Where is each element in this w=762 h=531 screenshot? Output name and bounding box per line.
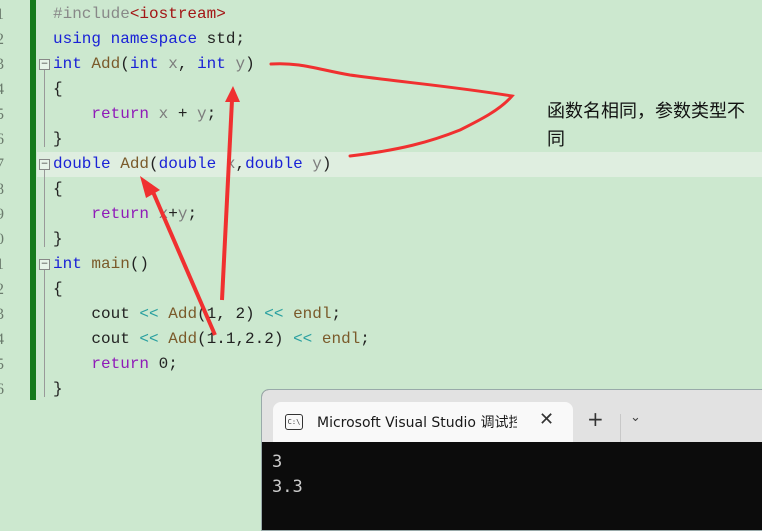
arrow-to-double-add xyxy=(148,184,217,336)
terminal-tabbar: C:\ Microsoft Visual Studio 调试控制台 ✕ + ⌄ xyxy=(262,390,762,442)
tabbar-separator xyxy=(620,414,621,442)
arrow-to-int-add xyxy=(220,99,234,301)
new-tab-button[interactable]: + xyxy=(587,407,604,431)
output-line: 3 xyxy=(272,452,283,472)
console-icon: C:\ xyxy=(285,414,303,430)
chevron-down-icon[interactable]: ⌄ xyxy=(630,410,641,425)
terminal-tab[interactable]: C:\ Microsoft Visual Studio 调试控制台 ✕ xyxy=(273,402,573,442)
annotation-bracket-stroke xyxy=(269,62,515,158)
tab-title: Microsoft Visual Studio 调试控制台 xyxy=(317,415,517,431)
terminal-output: 3 3.3 xyxy=(262,442,762,508)
terminal-window[interactable]: C:\ Microsoft Visual Studio 调试控制台 ✕ + ⌄ … xyxy=(261,389,762,531)
arrow-head-double-add xyxy=(140,176,160,198)
output-line: 3.3 xyxy=(272,477,303,497)
arrow-head-int-add xyxy=(225,86,240,102)
close-tab-icon[interactable]: ✕ xyxy=(539,409,554,430)
